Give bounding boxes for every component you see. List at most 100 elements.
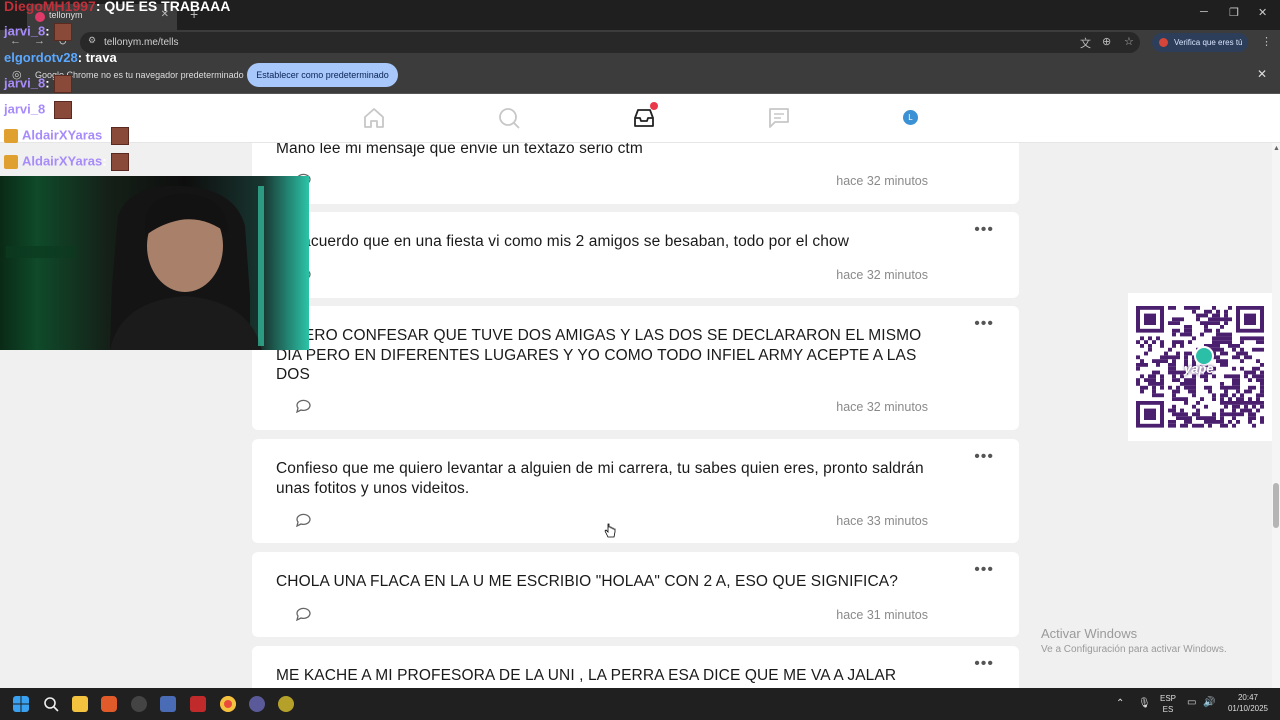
comment-icon[interactable] [295,513,312,527]
scroll-up-icon[interactable]: ▲ [1273,145,1280,152]
profile-avatar[interactable]: L [903,110,918,125]
windows-start-icon[interactable] [13,696,29,712]
search-icon[interactable] [497,106,521,130]
zoom-icon[interactable]: ⊕ [1102,35,1111,48]
chat-username: jarvi_8 [4,101,46,117]
crown-badge-icon [4,129,18,143]
yape-qr-code: yape [1128,293,1272,441]
chat-username: AldairXYaras [22,153,103,169]
omnibox[interactable] [80,32,1140,53]
url-text[interactable]: tellonym.me/tells [104,37,178,48]
hand-cursor-icon [604,523,616,538]
crown-badge-icon [4,155,18,169]
chat-message: jarvi_8: [4,101,72,119]
file-explorer-icon[interactable] [72,696,88,712]
streamer-webcam [0,176,309,350]
tell-text: ME KACHE A MI PROFESORA DE LA UNI , LA P… [276,667,897,684]
more-options-icon[interactable]: ••• [974,221,994,239]
app-x-icon[interactable] [190,696,206,712]
tell-card: ••• Me acuerdo que en una fiesta vi como… [252,212,1019,298]
site-navbar: L [0,94,1280,143]
chat-message: elgordotv28: trava [4,50,117,65]
chat-emote-icon [110,127,129,145]
tell-card: Mano lee mi mensaje que envie un textazo… [252,143,1019,204]
chat-username: jarvi_8 [4,23,46,39]
chat-username: DiegoMH1997 [4,0,96,14]
network-icon[interactable]: ▭ [1187,697,1196,708]
window-close-icon[interactable]: ✕ [1258,6,1267,19]
more-options-icon[interactable]: ••• [974,448,994,466]
volume-icon[interactable]: 🔊 [1203,697,1215,708]
comment-icon[interactable] [295,607,312,621]
tell-text: Confieso que me quiero levantar a alguie… [276,460,924,497]
chat-text: : [102,153,107,169]
inbox-notification-badge [650,102,658,110]
home-icon[interactable] [362,106,386,130]
tell-card: ••• CHOLA UNA FLACA EN LA U ME ESCRIBIO … [252,552,1019,637]
tell-text: Me acuerdo que en una fiesta vi como mis… [276,233,850,250]
app-icon[interactable] [278,696,294,712]
tray-chevron-icon[interactable]: ⌃ [1116,698,1124,709]
taskbar-search-icon[interactable] [43,696,59,712]
brave-icon[interactable] [101,696,117,712]
windows-activation-watermark: Activar Windows Ve a Configuración para … [1041,626,1227,655]
tell-time: hace 33 minutos [836,514,928,528]
microphone-icon[interactable]: 🎙 [1138,698,1151,709]
chat-message: DiegoMH1997: QUE ES TRABAAA [4,0,230,14]
verify-button[interactable]: Verifica que eres tú [1152,33,1248,52]
system-clock[interactable]: 20:47 01/10/2025 [1226,693,1270,713]
chat-emote-icon [53,101,72,119]
more-options-icon[interactable]: ••• [974,655,994,673]
translate-icon[interactable]: 文 [1080,35,1091,51]
chat-text: : trava [77,50,117,65]
chat-text: : QUE ES TRABAAA [95,0,231,14]
tell-card: ••• ME KACHE A MI PROFESORA DE LA UNI , … [252,646,1019,688]
chat-emote-icon [53,23,72,41]
site-info-icon[interactable]: ⚙ [88,35,96,46]
tell-text: QUIERO CONFESAR QUE TUVE DOS AMIGAS Y LA… [276,327,922,383]
chrome-taskbar-icon[interactable] [220,696,236,712]
calculator-icon[interactable] [160,696,176,712]
more-options-icon[interactable]: ••• [974,315,994,333]
chat-message: jarvi_8: [4,23,72,41]
tell-card: ••• QUIERO CONFESAR QUE TUVE DOS AMIGAS … [252,306,1019,430]
chat-message: AldairXYaras: [4,127,129,145]
qr-brand-label: yape [1184,361,1214,376]
default-browser-infobar: ◎ Google Chrome no es tu navegador prede… [0,55,1280,94]
chat-username: jarvi_8 [4,75,46,91]
chat-emote-icon [53,75,72,93]
more-options-icon[interactable]: ••• [974,561,994,579]
tell-time: hace 31 minutos [836,608,928,622]
profile-icon [1159,38,1168,47]
tell-card: ••• Confieso que me quiero levantar a al… [252,439,1019,543]
chat-emote-icon [110,153,129,171]
language-indicator[interactable]: ESP ES [1160,694,1176,714]
chat-icon[interactable] [767,106,791,130]
minimize-icon[interactable]: ─ [1200,6,1208,18]
chat-message: AldairXYaras: [4,153,129,171]
watermark-subtitle: Ve a Configuración para activar Windows. [1041,644,1227,655]
watermark-title: Activar Windows [1041,626,1138,641]
maximize-icon[interactable]: ❐ [1229,6,1239,19]
obs-icon[interactable] [131,696,147,712]
tell-time: hace 32 minutos [836,268,928,282]
chat-text: : [45,101,50,117]
comment-icon[interactable] [295,399,312,413]
chat-username: AldairXYaras [22,127,103,143]
windows-taskbar: ⌃ 🎙 ESP ES ▭ 🔊 20:47 01/10/2025 [0,688,1280,720]
streamer-silhouette [6,185,264,350]
address-bar-row: ← → ↻ ⚙ tellonym.me/tells 文 ⊕ ☆ Verifica… [0,30,1280,55]
app-icon[interactable] [249,696,265,712]
tell-time: hace 32 minutos [836,174,928,188]
scrollbar-thumb[interactable] [1273,483,1279,528]
set-default-button[interactable]: Establecer como predeterminado [247,63,398,87]
tell-text: Mano lee mi mensaje que envie un textazo… [276,143,643,157]
tell-time: hace 32 minutos [836,400,928,414]
chat-message: jarvi_8: [4,75,72,93]
chat-text: : [45,23,50,39]
page-scrollbar[interactable]: ▲ [1272,143,1280,688]
infobar-close-icon[interactable]: ✕ [1257,67,1267,81]
bookmark-star-icon[interactable]: ☆ [1124,35,1134,48]
chrome-menu-icon[interactable]: ⋮ [1261,35,1272,48]
tell-text: CHOLA UNA FLACA EN LA U ME ESCRIBIO "HOL… [276,573,898,590]
